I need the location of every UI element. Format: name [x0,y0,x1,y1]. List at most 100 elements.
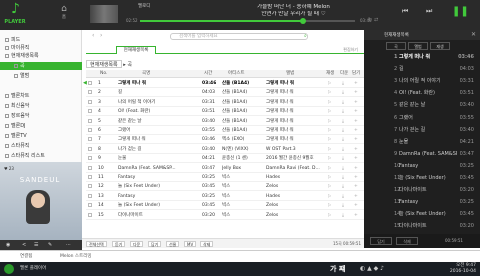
column-header[interactable]: 담기 [352,70,360,78]
mini-playlist-tab[interactable]: 앨범 [408,42,428,50]
add-icon[interactable]: + [354,201,358,210]
download-icon[interactable]: ⤓ [342,192,344,201]
table-row[interactable]: 8 나가 걷는 길 03:40 N(엔) (VIXX) W OST Part.3 ▷ ⤓ + [86,145,364,154]
row-checkbox[interactable] [88,99,92,104]
mini-playlist-item[interactable]: 15 다이나마이트 03:20 [364,221,480,231]
add-icon[interactable]: + [354,79,358,88]
download-icon[interactable]: ⤓ [342,154,344,163]
row-checkbox[interactable] [88,118,92,123]
toolbar-button[interactable]: 선물 [166,241,180,247]
table-row[interactable]: 12 늘 (Six Feet Under) 03:45 빅스 Zelos ▷ ⤓ + [86,182,364,192]
toolbar-button[interactable]: 삭제 [200,241,214,247]
column-header[interactable]: 다운 [340,70,348,78]
row-checkbox[interactable] [88,212,92,217]
add-icon[interactable]: + [354,145,358,154]
album-art[interactable]: ♥ 23 SANDEUL [0,162,82,240]
play-icon[interactable]: ▷ [328,79,331,88]
search-input[interactable]: 검색어를 입력하세요 [170,33,308,40]
now-playing-thumbnail[interactable] [90,5,118,23]
play-icon[interactable]: ▷ [328,107,331,116]
row-checkbox[interactable] [88,184,92,189]
sidebar-item[interactable]: 스타뮤직 [0,142,82,150]
download-icon[interactable]: ⤓ [342,182,344,191]
ime-indicator[interactable]: 가 쨰 [330,264,345,274]
mini-playlist-footer-item[interactable]: 삭제 [396,237,418,245]
row-checkbox[interactable] [88,137,92,142]
volume-icon[interactable]: ◉ [6,242,10,248]
table-row[interactable]: 15 다이나마이트 03:20 빅스 Zelos ▷ ⤓ + [86,211,364,220]
mini-playlist-tab[interactable]: 재생 [430,42,450,50]
sidebar-item[interactable]: 앨범 [0,72,82,80]
pause-icon[interactable]: ❚❚ [452,6,469,17]
download-icon[interactable]: ⤓ [342,79,344,88]
mini-playlist-item[interactable]: 8 눈물 04:21 [364,137,480,147]
add-icon[interactable]: + [354,107,358,116]
table-row[interactable]: 7 그렇게 떠나 줘 03:46 엑소 (EXO) 그렇게 떠나 줘 ▷ ⤓ + [86,135,364,145]
start-button[interactable] [4,264,14,274]
add-icon[interactable]: + [354,126,358,135]
row-checkbox[interactable] [88,165,92,170]
play-icon[interactable]: ▷ [328,201,331,210]
progress-bar[interactable] [140,18,355,24]
sidebar-item[interactable]: 최신음악 [0,102,82,110]
play-icon[interactable]: ▷ [328,117,331,126]
progress-knob[interactable] [300,18,307,24]
play-icon[interactable]: ▷ [328,173,331,182]
table-row[interactable]: 11 Fantasy 03:25 빅스 Hades ▷ ⤓ + [86,173,364,182]
mini-playlist-footer-item[interactable]: 담기 [370,237,392,245]
row-checkbox[interactable] [88,81,92,85]
sidebar-item[interactable]: 마이뮤직 [0,44,82,52]
add-icon[interactable]: + [354,211,358,220]
mini-playlist-item[interactable]: 12 다이나마이트 03:20 [364,185,480,195]
add-icon[interactable]: + [354,173,358,182]
sidebar-item[interactable]: 멜론TV [0,132,82,140]
player-logo[interactable]: ♪ PLAYER [3,2,27,28]
mini-playlist-item[interactable]: 6 그랬어 03:55 [364,113,480,123]
play-icon[interactable]: ▷ [328,135,331,144]
mini-playlist-item[interactable]: 11 늘 (Six Feet Under) 03:45 [364,173,480,183]
mini-playlist-item[interactable]: 14 늘 (Six Feet Under) 03:45 [364,209,480,219]
row-checkbox[interactable] [88,128,92,132]
lyrics-icon[interactable]: ✎ [48,242,52,248]
table-row[interactable]: ◀ 1 그렇게 떠나 줘 03:46 산들 (B1A4) 그렇게 떠나 줘 ▷ ⤓ + [83,79,364,88]
table-row[interactable]: 13 Fantasy 03:25 빅스 Hades ▷ ⤓ + [86,192,364,201]
column-header[interactable]: 시간 [204,70,212,78]
mini-playlist-item[interactable]: 9 DamnRa (Feat. SAM&SP... 03:47 [364,149,480,159]
mini-playlist-item[interactable]: 13 Fantasy 03:25 [364,197,480,207]
taskbar-app[interactable]: 멜론 플레이어 [20,265,46,271]
sidebar-item[interactable]: 곡 [0,62,82,70]
row-checkbox[interactable] [88,203,92,208]
table-row[interactable]: 6 그랬어 03:55 산들 (B1A4) 그렇게 떠나 줘 ▷ ⤓ + [86,126,364,135]
toolbar-button[interactable]: MV [184,241,197,247]
play-icon[interactable]: ▷ [328,88,331,97]
now-playing-title[interactable]: 가을밤 떠난 너 - 송하예 Melon [236,4,351,10]
mini-playlist-item[interactable]: 3 나의 어릴 적 이야기 03:31 [364,76,480,86]
add-icon[interactable]: + [354,164,358,173]
search-icon[interactable]: ⌕ [304,33,307,39]
repeat-icon[interactable]: ↻ [368,17,372,23]
table-row[interactable]: 14 늘 (Six Feet Under) 03:45 빅스 Zelos ▷ ⤓ + [86,201,364,211]
table-row[interactable]: 4 Ol! (Feat. 화란) 03:51 산들 (B1A4) 그렇게 떠나 줘 ▷ ⤓ + [86,107,364,117]
sidebar-item[interactable]: 현재재생목록 [0,52,82,60]
table-row[interactable]: 3 나의 어릴 적 이야기 03:31 산들 (B1A4) 그렇게 떠나 줘 ▷ ⤓ + [86,98,364,107]
download-icon[interactable]: ⤓ [342,211,344,220]
play-icon[interactable]: ▷ [328,164,331,173]
mini-playlist-item[interactable]: 2 길 04:03 [364,64,480,74]
sidebar-item[interactable]: 장르음악 [0,112,82,120]
tray-icons[interactable]: ◐ ▲ ◆ ♪ [360,265,384,272]
tab-current-playlist[interactable]: 현재재생목록 [116,46,156,54]
mini-playlist-item[interactable]: 10 Fantasy 03:25 [364,161,480,171]
mini-playlist-item[interactable]: 1 그렇게 떠나 줘 03:46 [364,52,480,62]
table-row[interactable]: 9 눈물 04:21 윤종신 (1 센) 2016 월간 윤종신 9월호 ▷ ⤓ + [86,154,364,164]
system-clock[interactable]: 오전 9:47 2016-10-04 [450,263,476,275]
next-icon[interactable]: ⏭ [426,7,432,16]
sidebar-item[interactable]: 멜론DJ [0,122,82,130]
play-icon[interactable]: ▷ [328,154,331,163]
more-icon[interactable]: ⋯ [66,242,71,248]
column-header[interactable]: 아티스트 [228,70,245,78]
row-checkbox[interactable] [88,109,92,114]
download-icon[interactable]: ⤓ [342,173,344,182]
download-icon[interactable]: ⤓ [342,88,344,97]
edit-button[interactable]: 편집하기 [343,47,358,53]
add-icon[interactable]: + [354,135,358,144]
